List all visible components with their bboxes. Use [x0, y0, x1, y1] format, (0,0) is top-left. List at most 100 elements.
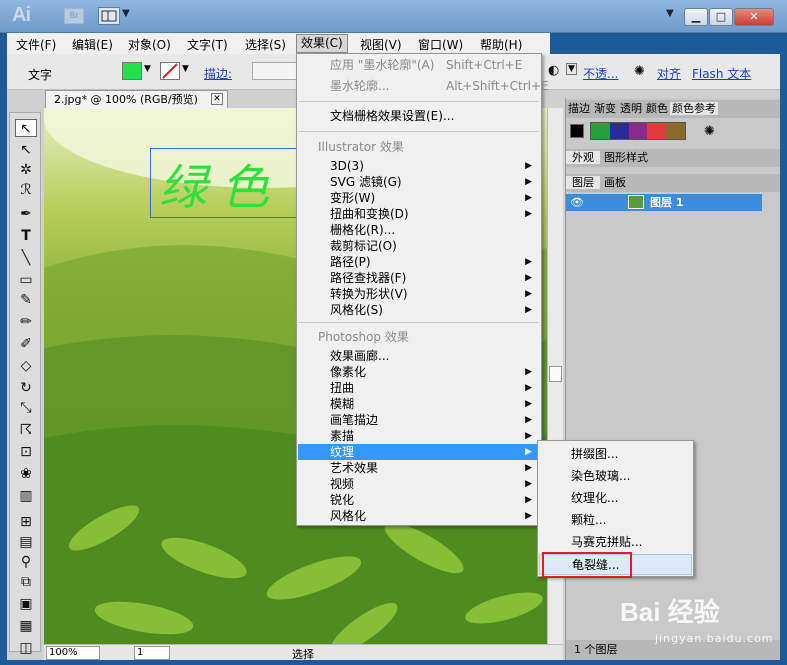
bridge-button[interactable]: Br — [64, 8, 84, 24]
fill-dropdown-arrow[interactable]: ▼ — [144, 64, 151, 74]
submenu-grain[interactable]: 颗粒... — [539, 510, 692, 531]
mesh-tool-icon[interactable]: ⊞ — [15, 513, 37, 531]
menu-convert-to-shape[interactable]: 转换为形状(V) ▶ — [298, 286, 540, 302]
submenu-patchwork[interactable]: 拼缀图... — [539, 444, 692, 465]
symbol-sprayer-tool-icon[interactable]: ❀ — [15, 465, 37, 483]
page-input[interactable]: 1 — [134, 646, 170, 660]
type-tool-icon[interactable]: T — [15, 227, 37, 245]
menu-window[interactable]: 窗口(W) — [418, 36, 463, 53]
menu-svg-filters[interactable]: SVG 滤镜(G) ▶ — [298, 174, 540, 190]
workspace-dropdown-arrow[interactable]: ▼ — [666, 8, 674, 19]
menu-3d[interactable]: 3D(3) ▶ — [298, 158, 540, 174]
gradient-tool-icon[interactable]: ▤ — [15, 533, 37, 551]
menu-stylize-ai[interactable]: 风格化(S) ▶ — [298, 302, 540, 318]
graph-tool-icon[interactable]: ▥ — [15, 487, 37, 505]
artboard-tool-icon[interactable]: ▣ — [15, 595, 37, 613]
recolor-icon[interactable]: ◐ — [548, 63, 559, 78]
arrange-documents-button[interactable] — [98, 7, 120, 25]
menu-texture[interactable]: 纹理 ▶ — [298, 444, 540, 460]
menu-pixelate[interactable]: 像素化 ▶ — [298, 364, 540, 380]
menu-edit[interactable]: 编辑(E) — [72, 36, 113, 53]
harmony-swatches[interactable] — [590, 122, 686, 140]
line-tool-icon[interactable]: ╲ — [15, 249, 37, 267]
layer-row[interactable]: 👁 图层 1 — [566, 194, 762, 211]
stroke-swatch[interactable] — [160, 62, 180, 80]
menu-distort-transform[interactable]: 扭曲和变换(D) ▶ — [298, 206, 540, 222]
submenu-texturizer[interactable]: 纹理化... — [539, 488, 692, 509]
menu-pathfinder[interactable]: 路径查找器(F) ▶ — [298, 270, 540, 286]
menu-object[interactable]: 对象(O) — [128, 36, 171, 53]
menu-stylize-ps[interactable]: 风格化 ▶ — [298, 508, 540, 524]
menu-view[interactable]: 视图(V) — [360, 36, 402, 53]
menu-distort[interactable]: 扭曲 ▶ — [298, 380, 540, 396]
close-tab-icon[interactable]: ✕ — [211, 93, 223, 105]
menu-help[interactable]: 帮助(H) — [480, 36, 522, 53]
menu-type[interactable]: 文字(T) — [187, 36, 228, 53]
menu-video[interactable]: 视频 ▶ — [298, 476, 540, 492]
menu-rasterize[interactable]: 栅格化(R)... — [298, 222, 540, 238]
status-select-label[interactable]: 选择 — [292, 646, 314, 662]
stroke-dropdown-arrow[interactable]: ▼ — [182, 64, 189, 74]
zoom-input[interactable]: 100% — [46, 646, 100, 660]
menu-raster-settings[interactable]: 文档栅格效果设置(E)... — [298, 108, 540, 124]
tab-transparency[interactable]: 透明 — [618, 102, 644, 115]
magic-wand-tool-icon[interactable]: ✲ — [15, 161, 37, 179]
style-dropdown-arrow[interactable]: ▼ — [566, 63, 577, 75]
menu-sharpen[interactable]: 锐化 ▶ — [298, 492, 540, 508]
tab-appearance[interactable]: 外观 — [566, 151, 600, 164]
menu-crop-marks[interactable]: 裁剪标记(O) — [298, 238, 540, 254]
fill-swatch[interactable] — [122, 62, 142, 80]
menu-file[interactable]: 文件(F) — [16, 36, 56, 53]
column-graph-icon[interactable]: ▦ — [15, 617, 37, 635]
selection-tool-icon[interactable]: ↖ — [15, 119, 37, 137]
submenu-mosaic-tiles[interactable]: 马赛克拼贴... — [539, 532, 692, 553]
close-button[interactable]: ✕ — [734, 8, 774, 26]
stroke-weight-input[interactable] — [252, 62, 300, 80]
align-label[interactable]: 对齐 — [657, 65, 681, 82]
pen-tool-icon[interactable]: ✒ — [15, 205, 37, 223]
warp-tool-icon[interactable]: ☈ — [15, 421, 37, 439]
arrange-dropdown-arrow[interactable]: ▼ — [122, 8, 130, 19]
blob-brush-tool-icon[interactable]: ✐ — [15, 335, 37, 353]
layer-name[interactable]: 图层 1 — [650, 194, 683, 211]
scale-tool-icon[interactable]: ⤡ — [15, 399, 37, 417]
maximize-button[interactable]: □ — [709, 8, 733, 26]
rectangle-tool-icon[interactable]: ▭ — [15, 271, 37, 289]
menu-effect[interactable]: 效果(C) — [296, 34, 348, 53]
visibility-eye-icon[interactable]: 👁 — [570, 194, 584, 211]
direct-selection-tool-icon[interactable]: ↖ — [15, 141, 37, 159]
menu-effect-gallery[interactable]: 效果画廊... — [298, 348, 540, 364]
flash-text-label[interactable]: Flash 文本 — [692, 65, 751, 82]
menu-blur[interactable]: 模糊 ▶ — [298, 396, 540, 412]
menu-artistic[interactable]: 艺术效果 ▶ — [298, 460, 540, 476]
tab-graphic-styles[interactable]: 图形样式 — [600, 151, 652, 164]
free-transform-tool-icon[interactable]: ⊡ — [15, 443, 37, 461]
menu-warp[interactable]: 变形(W) ▶ — [298, 190, 540, 206]
stroke-label[interactable]: 描边: — [204, 65, 232, 82]
lasso-tool-icon[interactable]: ℛ — [15, 181, 37, 199]
tab-artboards[interactable]: 画板 — [600, 176, 630, 189]
rotate-tool-icon[interactable]: ↻ — [15, 379, 37, 397]
pencil-tool-icon[interactable]: ✏ — [15, 313, 37, 331]
green-text-art[interactable]: 绿色 — [159, 148, 283, 218]
minimize-button[interactable]: ▁ — [684, 8, 708, 26]
blend-tool-icon[interactable]: ⧉ — [15, 573, 37, 591]
vertical-scroll-thumb[interactable] — [549, 366, 562, 382]
edit-colors-icon[interactable]: ✺ — [704, 124, 715, 139]
paintbrush-tool-icon[interactable]: ✎ — [15, 291, 37, 309]
tab-gradient[interactable]: 渐变 — [592, 102, 618, 115]
menu-brush-strokes[interactable]: 画笔描边 ▶ — [298, 412, 540, 428]
tab-layers[interactable]: 图层 — [566, 176, 600, 189]
tab-color[interactable]: 颜色 — [644, 102, 670, 115]
opacity-label[interactable]: 不透... — [583, 65, 618, 82]
screen-mode-icon[interactable]: ◫ — [15, 639, 37, 657]
menu-sketch[interactable]: 素描 ▶ — [298, 428, 540, 444]
base-color-swatch[interactable] — [570, 124, 584, 138]
tab-color-guide[interactable]: 颜色参考 — [670, 102, 718, 115]
eyedropper-tool-icon[interactable]: ⚲ — [15, 553, 37, 571]
menu-path[interactable]: 路径(P) ▶ — [298, 254, 540, 270]
tab-stroke[interactable]: 描边 — [566, 102, 592, 115]
document-tab[interactable]: 2.jpg* @ 100% (RGB/预览) ✕ — [45, 90, 228, 108]
menu-select[interactable]: 选择(S) — [245, 36, 286, 53]
transform-icon[interactable]: ✺ — [634, 64, 645, 79]
